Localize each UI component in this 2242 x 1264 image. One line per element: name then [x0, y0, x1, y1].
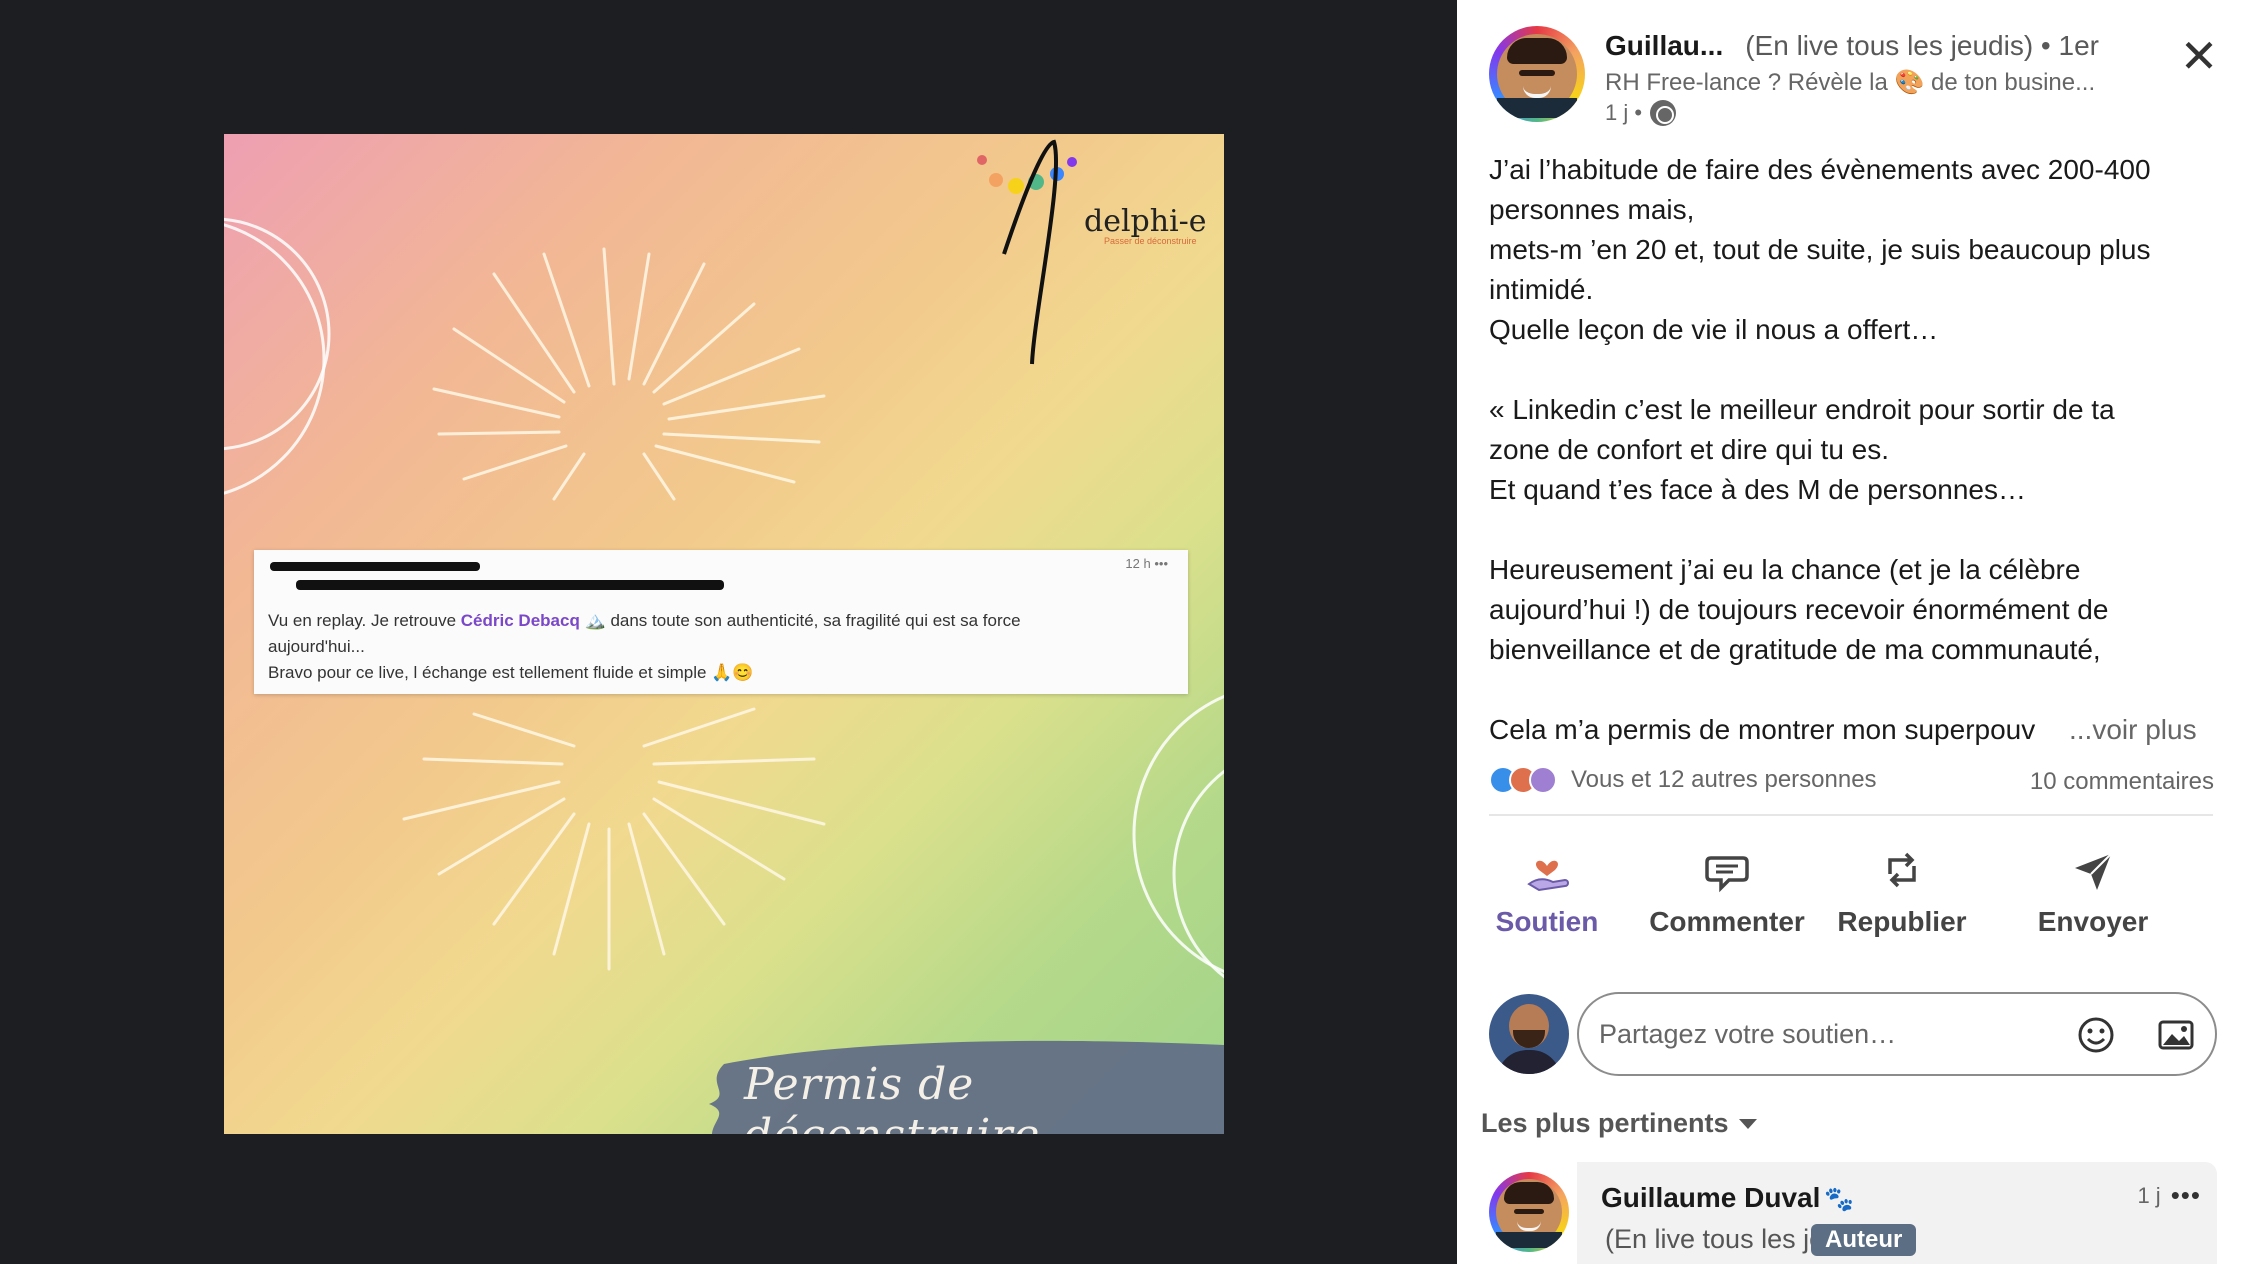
- caret-down-icon: [1738, 1118, 1757, 1129]
- comment-author-name[interactable]: Guillaume Duval 🐾: [1601, 1182, 1854, 1214]
- support-button[interactable]: Soutien: [1457, 836, 1637, 946]
- redacted-headline: [296, 580, 724, 590]
- quoted-comment-card: 12 h ••• Vu en replay. Je retrouve Cédri…: [254, 550, 1188, 694]
- author-headline: RH Free-lance ? Révèle la 🎨 de ton busin…: [1605, 69, 2096, 96]
- paw-icon: 🐾: [1824, 1186, 1855, 1213]
- author-tag: (En live tous les jeudis): [1745, 30, 2034, 61]
- logo-subtitle: Passer de déconstruire: [1104, 236, 1197, 246]
- image-upload-icon[interactable]: [2155, 1014, 2197, 1056]
- emoji-icon[interactable]: [2075, 1014, 2117, 1056]
- connection-degree: • 1er: [2040, 30, 2099, 61]
- comment-bubble: Guillaume Duval 🐾 (En live tous les jeudi…: [1577, 1162, 2217, 1264]
- author-badge: Auteur: [1811, 1224, 1917, 1256]
- quote-body: Vu en replay. Je retrouve Cédric Debacq …: [268, 611, 1021, 682]
- close-button[interactable]: ✕: [2179, 33, 2219, 79]
- comment-box: [1577, 992, 2217, 1076]
- redacted-name: [270, 562, 480, 571]
- see-more-link[interactable]: ...voir plus: [2069, 710, 2197, 750]
- author-avatar[interactable]: [1489, 26, 1585, 122]
- post-text: J’ai l’habitude de faire des évènements …: [1489, 154, 2151, 665]
- banner-text: Permis de déconstruire ...: [744, 1059, 1099, 1134]
- support-hand-icon: [1527, 860, 1569, 892]
- comment-input[interactable]: [1599, 1016, 2039, 1052]
- send-icon: [2075, 853, 2112, 890]
- post-panel: Guillau... (En live tous les jeudis) • 1e…: [1457, 0, 2242, 1264]
- comment-icon: [1705, 856, 1749, 893]
- divider: [1489, 814, 2213, 816]
- reactions-count: Vous et 12 autres personnes: [1571, 766, 1877, 793]
- comment-button[interactable]: Commenter: [1637, 836, 1817, 946]
- reactions-summary[interactable]: Vous et 12 autres personnes: [1489, 766, 1877, 794]
- current-user-avatar[interactable]: [1489, 994, 1569, 1074]
- send-button[interactable]: Envoyer: [2003, 836, 2183, 946]
- mention-link: Cédric Debacq: [460, 611, 580, 630]
- post-text-truncated: Cela m’a permis de montrer mon superpouv: [1489, 714, 2036, 745]
- sort-label: Les plus pertinents: [1481, 1108, 1729, 1138]
- comments-count[interactable]: 10 commentaires: [2030, 768, 2214, 796]
- comment-more-options[interactable]: •••: [2171, 1180, 2201, 1211]
- author-name[interactable]: Guillau...: [1605, 30, 1723, 61]
- post-image[interactable]: delphi-e Passer de déconstruire 12 h •••…: [224, 134, 1224, 1134]
- brand-logo: [977, 139, 1077, 365]
- action-bar: Soutien Commenter Republier Envoyer: [1457, 836, 2242, 946]
- quote-time: 12 h •••: [1125, 556, 1168, 571]
- comment-meta: 1 j •••: [2137, 1180, 2201, 1211]
- repost-button[interactable]: Republier: [1812, 836, 1992, 946]
- image-viewer: delphi-e Passer de déconstruire 12 h •••…: [0, 0, 1457, 1264]
- post-meta: 1 j •: [1605, 100, 1677, 126]
- repost-icon: [1888, 852, 1916, 888]
- sort-dropdown[interactable]: Les plus pertinents: [1481, 1108, 1757, 1139]
- comment-time: 1 j: [2137, 1182, 2161, 1208]
- support-reaction-icon: [1529, 766, 1557, 794]
- logo-text: delphi-e: [1084, 204, 1207, 239]
- post-time: 1 j •: [1605, 100, 1643, 125]
- author-line: Guillau... (En live tous les jeudis) • 1e…: [1605, 30, 2099, 62]
- globe-icon: [1650, 100, 1677, 126]
- comment-author-avatar[interactable]: [1489, 1172, 1569, 1252]
